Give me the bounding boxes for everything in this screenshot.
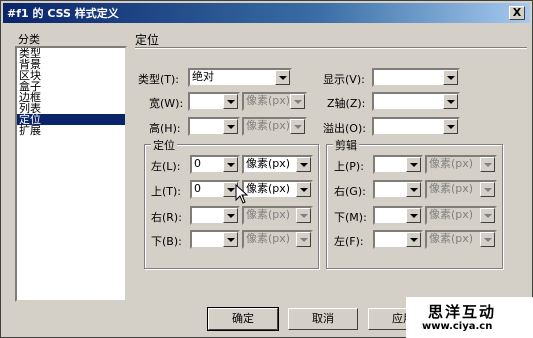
placement-left-label: 左(L):	[151, 160, 181, 173]
chevron-down-icon	[290, 119, 305, 134]
chevron-down-icon[interactable]	[223, 119, 238, 134]
placement-top-select[interactable]: 0	[190, 180, 240, 199]
width-label: 宽(W):	[149, 97, 184, 110]
clip-right-unit-value: 像素(px)	[429, 182, 474, 195]
chevron-down-icon[interactable]	[406, 157, 421, 172]
chevron-down-icon	[480, 232, 495, 247]
chevron-down-icon[interactable]	[223, 208, 238, 223]
placement-right-unit-value: 像素(px)	[246, 208, 291, 221]
chevron-down-icon	[480, 208, 495, 223]
chevron-down-icon[interactable]	[223, 157, 238, 172]
chevron-down-icon[interactable]	[443, 70, 458, 85]
clip-right-label: 右(G):	[334, 185, 366, 198]
watermark-line1: 思洋互动	[428, 303, 497, 321]
placement-left-unit-select[interactable]: 像素(px)	[242, 155, 313, 174]
mouse-cursor-icon	[235, 184, 249, 204]
chevron-down-icon	[480, 182, 495, 197]
overflow-select[interactable]	[372, 117, 460, 136]
type-select-value: 绝对	[192, 70, 214, 83]
category-list[interactable]: 类型 背景 区块 盒子 边框 列表 定位 扩展	[15, 46, 127, 302]
clip-bottom-unit-value: 像素(px)	[429, 208, 474, 221]
type-label: 类型(T):	[138, 73, 180, 86]
clip-bottom-select[interactable]	[373, 206, 423, 225]
close-button[interactable]: X	[509, 6, 525, 20]
type-select[interactable]: 绝对	[188, 68, 292, 87]
zindex-label: Z轴(Z):	[327, 97, 366, 110]
overflow-label: 溢出(O):	[323, 122, 366, 135]
placement-bottom-select[interactable]	[190, 230, 240, 249]
watermark-line2: www.ciya.cn	[422, 321, 493, 332]
section-divider	[135, 47, 527, 49]
placement-left-unit-value: 像素(px)	[246, 157, 291, 170]
title-bar[interactable]: #f1 的 CSS 样式定义 X	[3, 3, 530, 23]
width-unit-select: 像素(px)	[242, 92, 307, 111]
height-label: 高(H):	[149, 122, 181, 135]
section-title: 定位	[135, 33, 160, 47]
clip-top-unit-value: 像素(px)	[429, 157, 474, 170]
category-label: 分类	[18, 33, 40, 46]
clip-bottom-label: 下(M):	[334, 211, 367, 224]
chevron-down-icon	[290, 94, 305, 109]
display-select[interactable]	[372, 68, 460, 87]
placement-group-title: 定位	[151, 137, 177, 153]
chevron-down-icon	[296, 208, 311, 223]
clip-top-select[interactable]	[373, 155, 423, 174]
chevron-down-icon	[480, 157, 495, 172]
watermark: 思洋互动 www.ciya.cn	[406, 297, 533, 338]
placement-bottom-unit-value: 像素(px)	[246, 232, 291, 245]
placement-left-value: 0	[194, 157, 201, 170]
chevron-down-icon[interactable]	[443, 94, 458, 109]
placement-right-label: 右(R):	[151, 211, 182, 224]
chevron-down-icon[interactable]	[296, 157, 311, 172]
clip-bottom-unit-select: 像素(px)	[425, 206, 497, 225]
placement-top-label: 上(T):	[151, 185, 182, 198]
chevron-down-icon[interactable]	[275, 70, 290, 85]
clip-left-unit-value: 像素(px)	[429, 232, 474, 245]
cancel-button[interactable]: 取消	[288, 308, 358, 330]
clip-right-unit-select: 像素(px)	[425, 180, 497, 199]
height-unit-value: 像素(px)	[246, 119, 291, 132]
placement-right-select[interactable]	[190, 206, 240, 225]
clip-group-title: 剪辑	[333, 137, 359, 153]
placement-top-unit-value: 像素(px)	[246, 182, 291, 195]
chevron-down-icon	[296, 232, 311, 247]
clip-left-label: 左(F):	[334, 235, 364, 248]
clip-top-label: 上(P):	[334, 160, 364, 173]
placement-top-value: 0	[194, 182, 201, 195]
clip-top-unit-select: 像素(px)	[425, 155, 497, 174]
chevron-down-icon[interactable]	[406, 182, 421, 197]
ok-button[interactable]: 确定	[207, 307, 279, 331]
chevron-down-icon[interactable]	[296, 182, 311, 197]
clip-right-select[interactable]	[373, 180, 423, 199]
width-select[interactable]	[188, 92, 240, 111]
placement-bottom-label: 下(B):	[151, 235, 182, 248]
placement-top-unit-select[interactable]: 像素(px)	[242, 180, 313, 199]
height-select[interactable]	[188, 117, 240, 136]
chevron-down-icon[interactable]	[223, 232, 238, 247]
display-label: 显示(V):	[323, 73, 365, 86]
clip-left-select[interactable]	[373, 230, 423, 249]
height-unit-select: 像素(px)	[242, 117, 307, 136]
placement-bottom-unit-select: 像素(px)	[242, 230, 313, 249]
width-unit-value: 像素(px)	[246, 94, 291, 107]
clip-left-unit-select: 像素(px)	[425, 230, 497, 249]
zindex-select[interactable]	[372, 92, 460, 111]
placement-left-select[interactable]: 0	[190, 155, 240, 174]
chevron-down-icon[interactable]	[443, 119, 458, 134]
placement-right-unit-select: 像素(px)	[242, 206, 313, 225]
chevron-down-icon[interactable]	[406, 232, 421, 247]
category-item-extensions[interactable]: 扩展	[17, 125, 125, 136]
chevron-down-icon[interactable]	[223, 94, 238, 109]
window-title: #f1 的 CSS 样式定义	[7, 7, 119, 20]
chevron-down-icon[interactable]	[406, 208, 421, 223]
css-style-dialog: #f1 的 CSS 样式定义 X 分类 类型 背景 区块 盒子 边框 列表 定位…	[0, 0, 533, 338]
